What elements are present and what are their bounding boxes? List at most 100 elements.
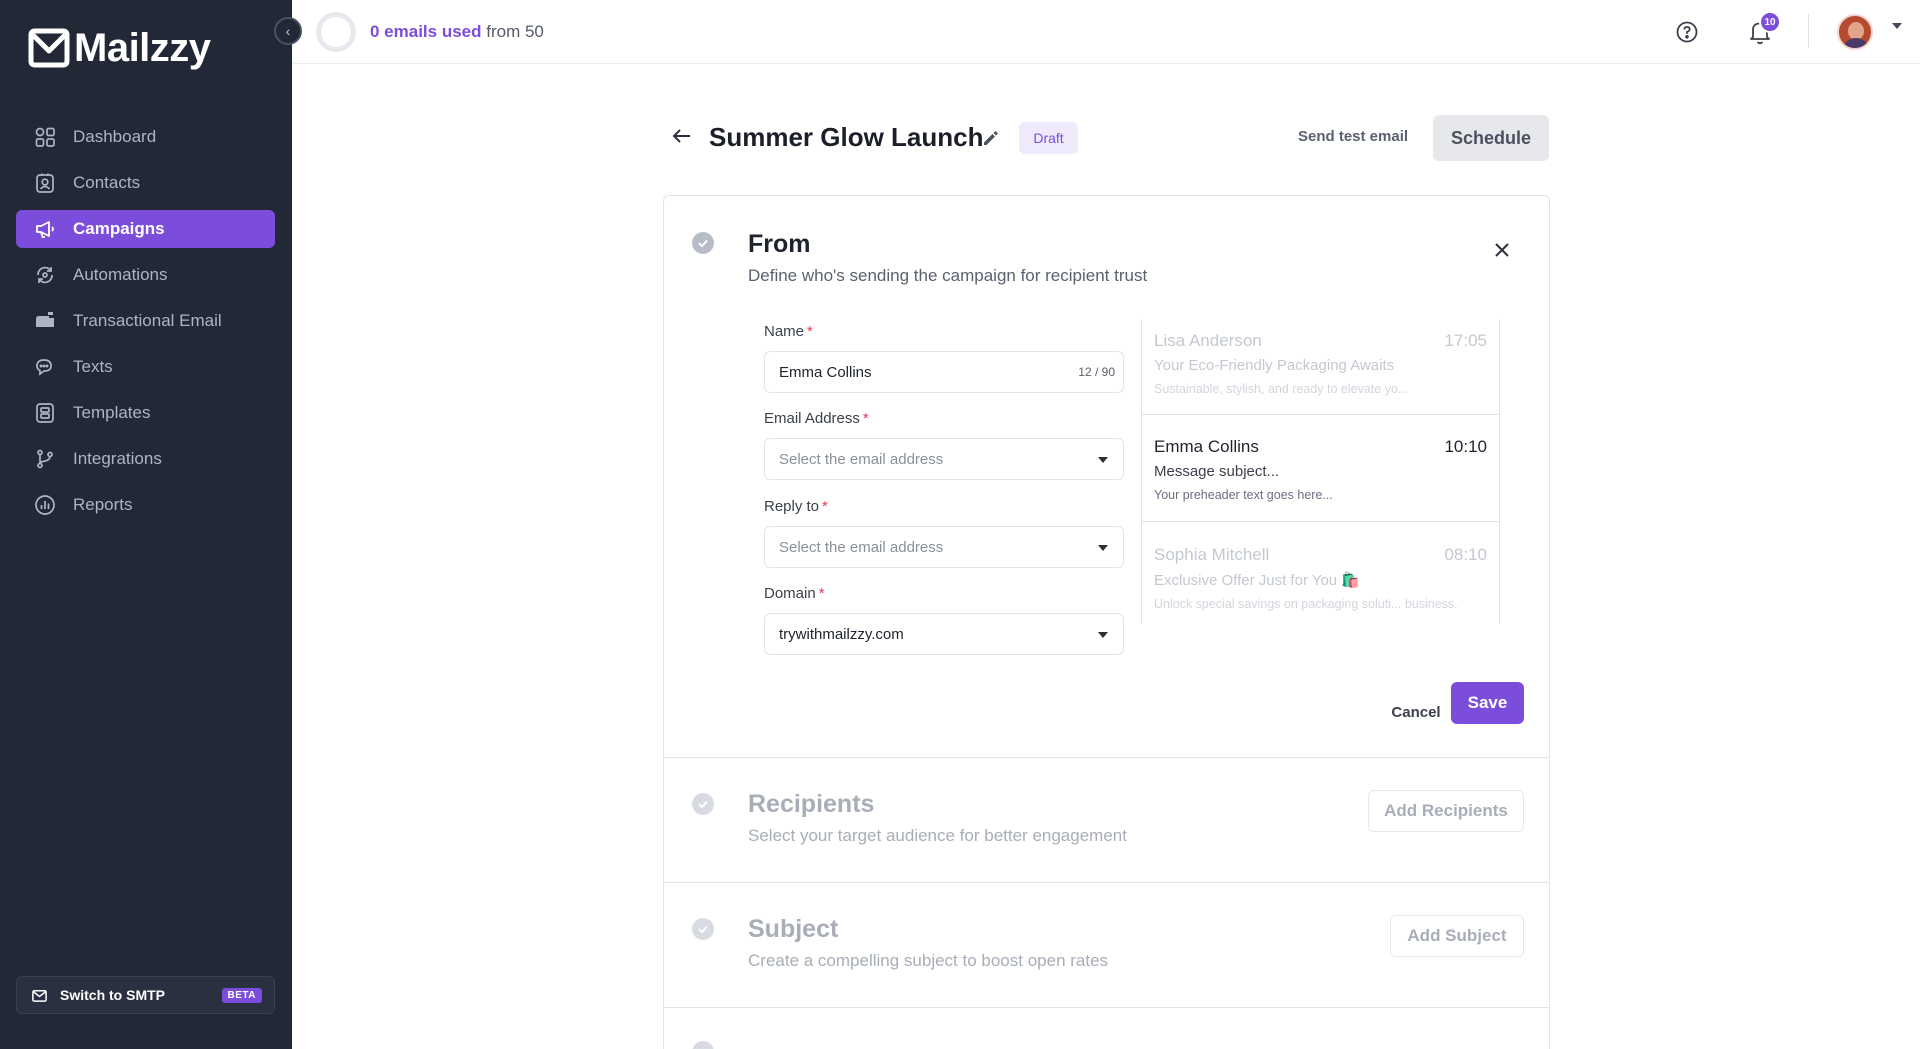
preview-email-item-current: Emma Collins 10:10 Message subject... You…	[1142, 437, 1499, 502]
logo[interactable]: Mailzzy	[26, 26, 211, 70]
email-placeholder: Select the email address	[779, 450, 944, 468]
automations-icon	[34, 264, 56, 286]
sidebar-item-label: Dashboard	[73, 127, 157, 146]
reply-to-label: Reply to *	[764, 498, 828, 515]
topbar: 0 emails used from 50 10	[292, 0, 1920, 64]
sidebar-item-label: Texts	[73, 357, 113, 376]
subject-section-description: Create a compelling subject to boost ope…	[748, 951, 1109, 970]
sidebar-item-automations[interactable]: Automations	[16, 256, 275, 294]
domain-value: trywithmailzzy.com	[779, 625, 904, 643]
subject-section-title[interactable]: Subject	[748, 915, 838, 944]
sidebar-item-campaigns[interactable]: Campaigns	[16, 210, 275, 248]
preview-time: 17:05	[1444, 331, 1487, 350]
preview-preheader: Unlock special savings on packaging solu…	[1154, 597, 1458, 611]
chevron-down-icon	[1098, 545, 1108, 551]
chevron-down-icon	[1098, 632, 1108, 638]
chat-icon	[34, 356, 56, 378]
add-recipients-button[interactable]: Add Recipients	[1368, 790, 1524, 832]
mail-logo-icon	[28, 28, 70, 68]
sidebar-item-transactional-email[interactable]: Transactional Email	[16, 302, 275, 340]
required-marker: *	[818, 585, 825, 602]
save-button[interactable]: Save	[1451, 682, 1524, 724]
chevron-down-icon[interactable]	[1892, 23, 1902, 29]
sidebar-item-label: Reports	[73, 495, 133, 514]
chevron-left-icon: ‹	[285, 23, 291, 39]
avatar-body	[1842, 38, 1870, 48]
usage-text: 0 emails used from 50	[370, 22, 544, 42]
sidebar-nav: Dashboard Contacts Campaigns Automations…	[16, 118, 275, 532]
divider	[1808, 14, 1809, 48]
edit-pencil-icon[interactable]	[981, 128, 1001, 148]
name-input[interactable]: Emma Collins 12 / 90	[764, 351, 1124, 393]
email-label-text: Email Address	[764, 410, 860, 427]
usage-progress-ring	[316, 12, 356, 52]
name-label: Name *	[764, 323, 813, 340]
preview-email-item: Lisa Anderson 17:05 Your Eco-Friendly Pac…	[1142, 331, 1499, 396]
reports-icon	[34, 494, 56, 516]
sidebar-item-label: Transactional Email	[73, 311, 222, 330]
sidebar-item-label: Contacts	[73, 173, 141, 192]
cancel-button[interactable]: Cancel	[1381, 691, 1451, 733]
back-arrow-icon[interactable]	[671, 125, 693, 147]
email-label: Email Address *	[764, 410, 869, 427]
sidebar-item-integrations[interactable]: Integrations	[16, 440, 275, 478]
recipients-section-description: Select your target audience for better e…	[748, 826, 1127, 845]
domain-label: Domain *	[764, 585, 825, 602]
status-badge: Draft	[1019, 122, 1078, 154]
sidebar: Mailzzy Dashboard Contacts Campaigns Aut…	[0, 0, 292, 1049]
sidebar-item-label: Templates	[73, 403, 151, 422]
logo-text: Mailzzy	[74, 25, 211, 70]
reply-to-select[interactable]: Select the email address	[764, 526, 1124, 568]
branch-icon	[34, 448, 56, 470]
close-icon[interactable]	[1491, 239, 1513, 261]
sidebar-item-texts[interactable]: Texts	[16, 348, 275, 386]
sidebar-item-label: Integrations	[73, 449, 162, 468]
recipients-section-title[interactable]: Recipients	[748, 790, 874, 819]
envelope-icon	[32, 989, 47, 1002]
sidebar-item-templates[interactable]: Templates	[16, 394, 275, 432]
step-check-icon	[692, 918, 714, 940]
from-section-description: Define who's sending the campaign for re…	[748, 266, 1148, 285]
add-subject-button[interactable]: Add Subject	[1390, 915, 1524, 957]
preview-divider	[1142, 521, 1499, 522]
section-divider	[664, 1007, 1549, 1008]
campaign-title: Summer Glow Launch	[709, 122, 984, 152]
help-icon[interactable]	[1675, 20, 1699, 44]
preview-time: 10:10	[1444, 437, 1487, 456]
preview-preheader: Sustainable, stylish, and ready to eleva…	[1154, 382, 1409, 396]
beta-badge: BETA	[221, 988, 262, 1003]
section-divider	[664, 757, 1549, 758]
inbox-preview: Lisa Anderson 17:05 Your Eco-Friendly Pac…	[1141, 319, 1500, 624]
preview-sender: Sophia Mitchell	[1154, 545, 1270, 564]
preview-divider	[1142, 414, 1499, 415]
required-marker: *	[862, 410, 869, 427]
dashboard-icon	[34, 126, 56, 148]
campaign-setup-card: From Define who's sending the campaign f…	[663, 195, 1550, 1049]
email-address-select[interactable]: Select the email address	[764, 438, 1124, 480]
name-label-text: Name	[764, 323, 805, 340]
avatar[interactable]	[1837, 14, 1873, 50]
sidebar-item-reports[interactable]: Reports	[16, 486, 275, 524]
preview-subject: Your Eco-Friendly Packaging Awaits	[1154, 357, 1395, 374]
templates-icon	[34, 402, 56, 424]
notification-count-badge: 10	[1759, 11, 1781, 33]
usage-used: 0 emails used	[370, 22, 482, 41]
collapse-sidebar-button[interactable]: ‹	[274, 17, 302, 45]
preview-subject: Message subject...	[1154, 463, 1280, 480]
schedule-button[interactable]: Schedule	[1433, 115, 1549, 161]
contacts-icon	[34, 172, 56, 194]
required-marker: *	[807, 323, 813, 340]
domain-select[interactable]: trywithmailzzy.com	[764, 613, 1124, 655]
switch-to-smtp-button[interactable]: Switch to SMTP BETA	[16, 976, 275, 1014]
step-check-icon	[692, 1041, 714, 1049]
preview-time: 08:10	[1444, 545, 1487, 564]
preview-sender: Emma Collins	[1154, 437, 1259, 456]
section-divider	[664, 882, 1549, 883]
from-section-title: From	[748, 230, 811, 258]
send-test-email-button[interactable]: Send test email	[1298, 128, 1408, 145]
sidebar-item-dashboard[interactable]: Dashboard	[16, 118, 275, 156]
sidebar-item-contacts[interactable]: Contacts	[16, 164, 275, 202]
name-value: Emma Collins	[779, 363, 872, 381]
sidebar-item-label: Automations	[73, 265, 168, 284]
reply-placeholder: Select the email address	[779, 538, 944, 556]
